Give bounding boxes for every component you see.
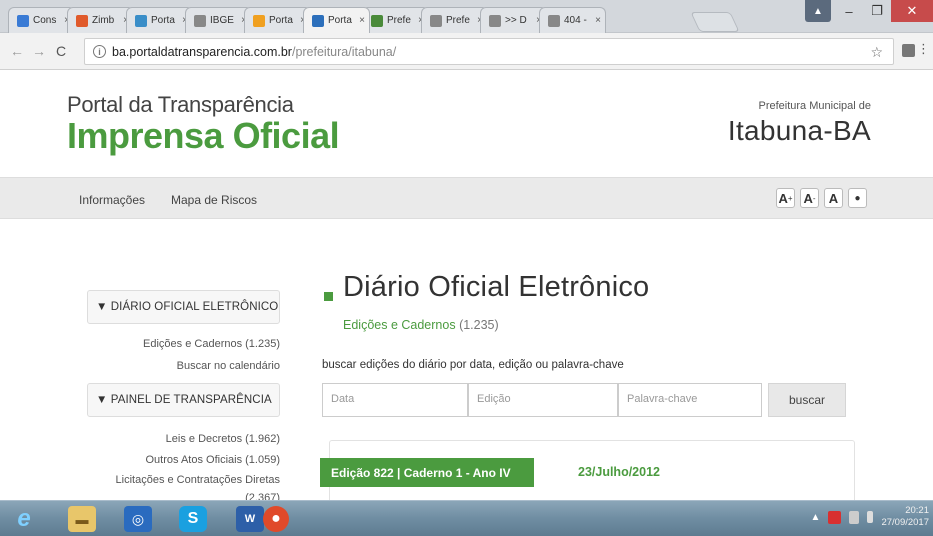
sidebar-item-leis[interactable]: Leis e Decretos (1.962) <box>166 433 280 445</box>
clock[interactable]: 20:21 27/09/2017 <box>881 505 929 529</box>
user-profile-icon[interactable]: ▲ <box>805 0 831 22</box>
forward-icon[interactable]: → <box>32 43 46 59</box>
browser-tab[interactable]: Porta× <box>244 7 311 33</box>
flag-icon[interactable] <box>849 510 860 524</box>
bookmark-star-icon[interactable]: ☆ <box>870 44 883 61</box>
tab-favicon-icon <box>312 14 324 27</box>
battery-icon[interactable] <box>867 511 874 523</box>
tab-favicon-icon <box>17 14 29 27</box>
nav-mapa-riscos[interactable]: Mapa de Riscos <box>171 193 257 207</box>
editions-count: (1.235) <box>459 318 499 332</box>
browser-tab[interactable]: Porta× <box>126 7 193 33</box>
window-controls: ▲ – ❐ ✕ <box>805 0 933 22</box>
browser-tab[interactable]: Cons× <box>8 7 75 33</box>
sidebar-section-diario[interactable]: ▼ DIÁRIO OFICIAL ELETRÔNICO <box>87 290 280 324</box>
sidebar-item-edicoes[interactable]: Edições e Cadernos (1.235) <box>143 338 280 350</box>
sidebar-section-painel[interactable]: ▼ PAINEL DE TRANSPARÊNCIA <box>87 383 280 417</box>
close-window-button[interactable]: ✕ <box>891 0 933 22</box>
tab-title: >> D <box>505 15 527 26</box>
title-bullet-icon <box>324 292 333 301</box>
browser-tab[interactable]: Zimb× <box>67 7 134 33</box>
edition-date: 23/Julho/2012 <box>578 465 660 479</box>
tab-favicon-icon <box>430 14 442 27</box>
brand-logo-text[interactable]: Imprensa Oficial <box>67 115 340 157</box>
breadcrumb: Edições e Cadernos (1.235) <box>343 318 499 332</box>
tab-close-icon[interactable]: × <box>359 15 365 26</box>
edition-input[interactable]: Edição <box>468 383 618 417</box>
contrast-button[interactable]: ● <box>848 188 867 208</box>
font-reset-button[interactable]: A <box>824 188 843 208</box>
browser-menu-icon[interactable]: ⋮ <box>917 41 930 57</box>
tab-favicon-icon <box>489 14 501 27</box>
tab-favicon-icon <box>253 14 265 27</box>
minimize-button[interactable]: – <box>835 0 863 22</box>
url-path: /prefeitura/itabuna/ <box>291 44 397 59</box>
tab-title: IBGE <box>210 15 234 26</box>
sidebar-item-calendario[interactable]: Buscar no calendário <box>177 360 280 372</box>
extension-icon[interactable] <box>902 44 915 57</box>
clock-date: 27/09/2017 <box>881 517 929 528</box>
tab-favicon-icon <box>135 14 147 27</box>
tab-title: Cons <box>33 15 57 26</box>
new-tab-button[interactable] <box>690 12 740 32</box>
browser-tab[interactable]: Porta × <box>303 7 370 33</box>
city-name: Itabuna-BA <box>727 115 871 146</box>
tab-title: Zimb <box>92 15 115 26</box>
tab-close-icon[interactable]: × <box>595 15 601 26</box>
site-nav: Informações Mapa de Riscos A + A- A ● <box>0 177 933 219</box>
ie-icon[interactable]: e <box>10 505 38 532</box>
font-decrease-button[interactable]: A- <box>800 188 819 208</box>
address-bar[interactable]: i ba.portaldatransparencia.com.br/prefei… <box>84 38 894 65</box>
antivirus-icon[interactable] <box>828 510 842 524</box>
tab-favicon-icon <box>548 14 560 27</box>
chrome-icon[interactable]: ● <box>263 506 289 532</box>
browser-toolbar: ← → C i ba.portaldatransparencia.com.br /… <box>0 33 933 70</box>
editions-link[interactable]: Edições e Cadernos <box>343 318 456 332</box>
word-icon[interactable]: W <box>236 506 264 532</box>
font-increase-button[interactable]: A + <box>776 188 795 208</box>
tray-arrow-icon[interactable]: ▲ <box>811 512 821 523</box>
search-button[interactable]: buscar <box>768 383 846 417</box>
prefecture-label: Prefeitura Municipal de <box>758 100 871 112</box>
edition-badge[interactable]: Edição 822 | Caderno 1 - Ano IV <box>320 458 534 487</box>
page-title: Diário Oficial Eletrônico <box>343 271 650 303</box>
tab-favicon-icon <box>76 14 88 27</box>
nav-informacoes[interactable]: Informações <box>79 193 145 207</box>
tab-favicon-icon <box>194 14 206 27</box>
os-taskbar: e ▬ ◎ S W ● ▲ 20:21 27/09/2017 <box>0 500 933 536</box>
system-tray: ▲ 20:21 27/09/2017 <box>811 505 929 529</box>
browser-tab[interactable]: Prefe × <box>362 7 429 33</box>
keyword-input[interactable]: Palavra-chave <box>618 383 762 417</box>
tab-favicon-icon <box>371 14 383 27</box>
folder-icon[interactable]: ▬ <box>68 506 96 532</box>
maximize-button[interactable]: ❐ <box>863 0 891 22</box>
tab-title: Porta <box>269 15 293 26</box>
reload-icon[interactable]: C <box>56 43 66 59</box>
search-instructions: buscar edições do diário por data, ediçã… <box>322 359 624 371</box>
site-info-icon[interactable]: i <box>93 45 106 58</box>
tab-title: Prefe <box>446 15 470 26</box>
browser-tab[interactable]: 404 - × <box>539 7 606 33</box>
browser-tabstrip: Cons×Zimb×Porta×IBGE×Porta×Porta×Prefe×P… <box>0 0 933 33</box>
skype-icon[interactable]: S <box>179 506 207 532</box>
date-input[interactable]: Data <box>322 383 468 417</box>
tab-title: 404 - <box>564 15 587 26</box>
sidebar-item-licitacoes[interactable]: Licitações e Contratações Diretas <box>116 474 280 486</box>
app-icon[interactable]: ◎ <box>124 506 152 532</box>
sidebar-item-outros-atos[interactable]: Outros Atos Oficiais (1.059) <box>146 454 281 466</box>
clock-time: 20:21 <box>905 505 929 516</box>
browser-tab[interactable]: IBGE× <box>185 7 252 33</box>
url-host: ba.portaldatransparencia.com.br <box>112 44 292 59</box>
tab-title: Porta <box>328 15 352 26</box>
browser-tab[interactable]: Prefe× <box>421 7 488 33</box>
tab-title: Porta <box>151 15 175 26</box>
tab-title: Prefe <box>387 15 411 26</box>
back-icon[interactable]: ← <box>10 43 24 59</box>
tab-list: Cons×Zimb×Porta×IBGE×Porta×Porta×Prefe×P… <box>8 7 606 33</box>
browser-tab[interactable]: >> D× <box>480 7 547 33</box>
